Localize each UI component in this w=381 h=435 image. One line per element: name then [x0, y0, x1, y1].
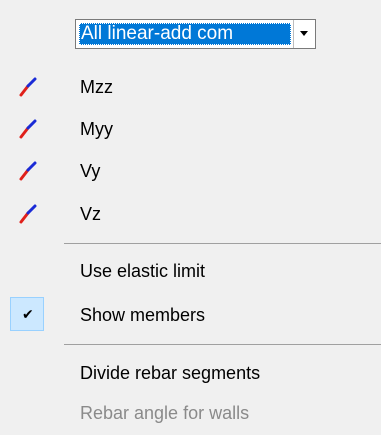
menu-item-label: Use elastic limit [80, 261, 206, 281]
menu-item-show-members[interactable]: ✔ Show members [0, 294, 381, 336]
menu-item-label: Mzz [80, 77, 113, 97]
menu-item-divide-rebar-segments[interactable]: Divide rebar segments [0, 352, 381, 394]
menu-item-label: Vz [80, 204, 102, 224]
menu-item-label: Divide rebar segments [80, 363, 261, 383]
menu-item-use-elastic-limit[interactable]: Use elastic limit [0, 250, 381, 292]
menu-item-label: Show members [80, 305, 206, 325]
chevron-down-icon [300, 31, 308, 36]
menu-item-vz[interactable]: Vz [0, 193, 381, 235]
menu-item-label: Vy [80, 161, 101, 181]
diagram-line-icon [19, 161, 37, 181]
context-menu: All linear-add com Mzz Myy Vy Vz Use ela… [0, 0, 381, 435]
menu-separator [64, 243, 381, 244]
menu-item-label: Rebar angle for walls [80, 403, 250, 423]
diagram-line-icon [19, 119, 37, 139]
menu-item-mzz[interactable]: Mzz [0, 66, 381, 108]
checked-indicator: ✔ [10, 297, 44, 331]
combination-dropdown-button[interactable] [293, 20, 315, 48]
menu-item-label: Myy [80, 119, 113, 139]
combination-select-value[interactable]: All linear-add com [79, 23, 291, 45]
menu-item-vy[interactable]: Vy [0, 150, 381, 192]
menu-separator [64, 344, 381, 345]
menu-item-myy[interactable]: Myy [0, 108, 381, 150]
combination-select[interactable]: All linear-add com [75, 19, 316, 49]
diagram-line-icon [19, 77, 37, 97]
menu-item-rebar-angle-for-walls: Rebar angle for walls [0, 392, 381, 434]
diagram-line-icon [19, 204, 37, 224]
checkmark-icon: ✔ [22, 306, 34, 322]
